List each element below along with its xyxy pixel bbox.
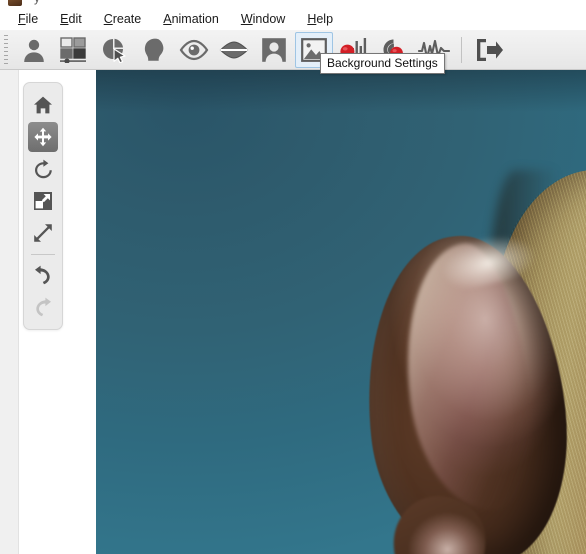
- menu-item-animation[interactable]: Animation: [153, 10, 229, 29]
- app-icon: [8, 0, 22, 6]
- canvas-vignette: [96, 70, 586, 112]
- left-panel-edge: [0, 70, 19, 554]
- avatar-button[interactable]: [15, 32, 53, 68]
- portrait-frame-icon: [262, 37, 286, 62]
- home-tool[interactable]: [28, 90, 58, 120]
- pie-cursor-icon: [103, 38, 126, 63]
- zoom-region-icon: [34, 192, 52, 210]
- tooltip-background-settings: Background Settings: [320, 53, 445, 74]
- diagonal-arrows-icon: [34, 224, 52, 242]
- menu-label-window: indow: [252, 12, 286, 26]
- menu-label-create: reate: [112, 12, 142, 26]
- menu-item-file[interactable]: File: [8, 10, 48, 29]
- toolbar-drag-handle[interactable]: [2, 32, 11, 67]
- menu-item-edit[interactable]: Edit: [50, 10, 92, 29]
- ear-rim-highlight: [392, 237, 544, 519]
- undo-tool[interactable]: [28, 260, 58, 290]
- eyes-button[interactable]: [175, 32, 213, 68]
- menu-item-create[interactable]: Create: [94, 10, 152, 29]
- exit-arrow-icon: [477, 38, 503, 61]
- ear-lobe: [390, 492, 490, 554]
- head-shape-button[interactable]: [135, 32, 173, 68]
- menu-label-file: ile: [25, 12, 39, 26]
- window-title: y: [34, 0, 40, 5]
- person-silhouette-icon: [24, 39, 44, 62]
- eye-icon: [179, 39, 209, 60]
- undo-arrow-icon: [35, 265, 50, 285]
- monkey-head-image: [282, 170, 586, 554]
- main-toolbar: [0, 30, 586, 70]
- redo-arrow-icon: [36, 297, 51, 317]
- menu-label-animation: nimation: [171, 12, 219, 26]
- head-fur-texture: [492, 170, 586, 554]
- grid-presets-button[interactable]: [55, 32, 93, 68]
- resize-tool[interactable]: [28, 218, 58, 248]
- zoom-tool[interactable]: [28, 186, 58, 216]
- home-icon: [34, 96, 52, 114]
- preview-canvas[interactable]: [96, 70, 586, 554]
- menu-mnemonic-animation: A: [163, 12, 172, 26]
- ear-top-highlight: [427, 221, 547, 295]
- view-tool-palette: [23, 82, 63, 330]
- menu-item-help[interactable]: Help: [297, 10, 343, 29]
- head-profile-icon: [144, 38, 164, 61]
- menu-mnemonic-create: C: [103, 12, 113, 26]
- portrait-button[interactable]: [255, 32, 293, 68]
- selection-pointer-button[interactable]: [95, 32, 133, 68]
- menu-mnemonic-window: W: [240, 12, 253, 26]
- redo-tool: [28, 292, 58, 322]
- head-body: [494, 170, 586, 554]
- rotate-tool[interactable]: [28, 154, 58, 184]
- toolbar-separator: [461, 36, 462, 63]
- mouth-button[interactable]: [215, 32, 253, 68]
- move-arrows-icon: [34, 127, 52, 147]
- menu-label-edit: dit: [68, 12, 82, 26]
- rotate-cw-icon: [35, 159, 52, 179]
- pan-tool[interactable]: [28, 122, 58, 152]
- application-window: y File Edit Create Animation Window Help: [0, 0, 586, 554]
- menu-mnemonic-edit: E: [60, 12, 69, 26]
- lips-icon: [219, 40, 249, 59]
- menu-mnemonic-help: H: [307, 12, 317, 26]
- head-shadow: [488, 170, 558, 554]
- menu-mnemonic-file: F: [18, 12, 26, 26]
- menu-label-help: elp: [316, 12, 334, 26]
- menu-item-window[interactable]: Window: [231, 10, 295, 29]
- title-bar: y: [0, 0, 586, 9]
- menu-bar: File Edit Create Animation Window Help: [0, 9, 586, 30]
- ear-shape: [351, 226, 581, 554]
- grid-slider-icon: [60, 36, 86, 63]
- palette-separator: [31, 254, 55, 255]
- exit-button[interactable]: [470, 32, 508, 68]
